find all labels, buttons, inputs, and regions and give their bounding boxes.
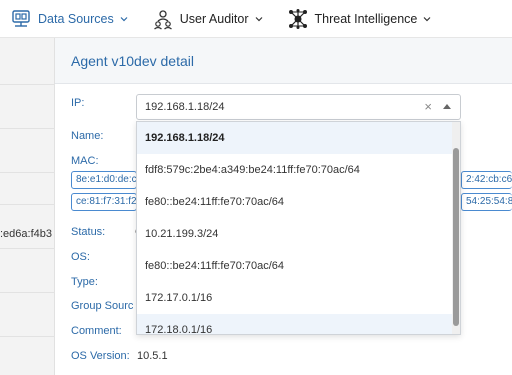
chevron-down-icon [255,16,262,21]
comment-label: Comment: [71,325,122,337]
table-row-divider [0,172,55,173]
nav-threat-intelligence-label: Threat Intelligence [314,11,418,26]
panel-title: Agent v10dev detail [71,53,194,69]
table-row-divider [0,248,55,249]
ip-option[interactable]: 172.17.0.1/16 [137,282,454,314]
caret-up-icon[interactable] [443,104,451,109]
ip-option[interactable]: 172.18.0.1/16 [137,314,454,334]
chevron-down-icon [423,16,431,21]
table-row-divider [0,292,55,293]
ip-label: IP: [71,97,85,109]
table-cell-partial: :ed6a:f4b3 [0,228,52,240]
scrollbar-thumb[interactable] [453,148,459,326]
mac-chip: 2:42:cb:c6 [461,171,512,189]
nav-data-sources[interactable]: Data Sources [10,8,128,30]
nav-threat-intelligence[interactable]: Threat Intelligence [287,8,432,30]
table-row-divider [0,336,55,337]
chevron-down-icon [120,16,128,21]
group-source-label: Group Sourc [71,300,134,312]
clear-icon[interactable]: × [424,99,432,114]
data-sources-icon [12,9,30,27]
table-row-divider [0,84,55,85]
background-table: :ed6a:f4b3 [0,38,55,375]
nav-user-auditor-label: User Auditor [179,11,249,26]
nav-user-auditor[interactable]: User Auditor [152,8,263,30]
ip-option[interactable]: fe80::be24:11ff:fe70:70ac/64 [137,250,454,282]
name-label: Name: [71,130,104,142]
agent-detail-panel: Agent v10dev detail IP: Name: MAC: 8e:e1… [55,38,512,375]
os-version-value: 10.5.1 [137,350,168,362]
top-nav: Data Sources User Auditor Threat Intelli… [0,0,512,38]
panel-header: Agent v10dev detail [55,38,512,84]
nav-data-sources-label: Data Sources [38,11,114,26]
ip-option[interactable]: 10.21.199.3/24 [137,218,454,250]
ip-option[interactable]: fdf8:579c:2be4:a349:be24:11ff:fe70:70ac/… [137,154,454,186]
table-row-divider [0,128,55,129]
mac-chip: 8e:e1:d0:de:c [71,171,137,189]
status-label: Status: [71,226,106,238]
ip-option[interactable]: fe80::be24:11ff:fe70:70ac/64 [137,186,454,218]
mac-chip: 54:25:54:8 [461,193,512,211]
mac-label: MAC: [71,155,99,167]
os-label: OS: [71,251,90,263]
type-label: Type: [71,276,98,288]
dropdown-scrollbar[interactable] [452,122,460,334]
ip-select-value: 192.168.1.18/24 [145,101,225,113]
threat-intelligence-icon [288,8,307,29]
ip-dropdown-list: 192.168.1.18/24 fdf8:579c:2be4:a349:be24… [136,121,461,335]
mac-chip: ce:81:f7:31:f2: [71,193,137,211]
ip-select[interactable]: 192.168.1.18/24 × [136,94,461,120]
table-row-divider [0,204,55,205]
ip-option[interactable]: 192.168.1.18/24 [137,122,454,154]
os-version-label: OS Version: [71,350,130,362]
user-auditor-icon [153,9,172,29]
